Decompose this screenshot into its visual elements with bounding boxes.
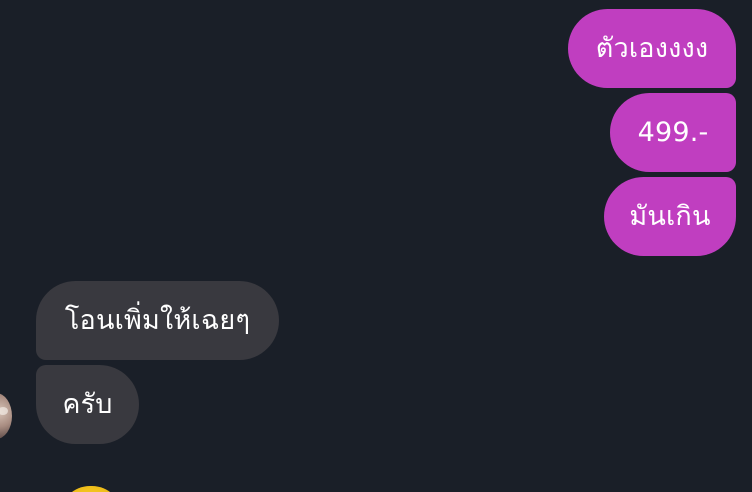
emoji-face-icon (60, 486, 122, 492)
message-bubble-incoming[interactable]: ครับ (36, 365, 139, 444)
message-text: โอนเพิ่มให้เฉยๆ (64, 305, 251, 336)
message-text: มันเกิน (629, 201, 711, 232)
message-bubble-incoming[interactable]: โอนเพิ่มให้เฉยๆ (36, 281, 279, 360)
message-bubble-outgoing[interactable]: 499.- (610, 93, 736, 172)
message-text: 499.- (637, 117, 709, 148)
message-text: ตัวเองงงง (595, 33, 709, 64)
chat-thread: ตัวเองงงง 499.- มันเกิน โอนเพิ่มให้เฉยๆ … (0, 0, 752, 492)
message-text: ครับ (62, 389, 113, 420)
message-bubble-outgoing[interactable]: มันเกิน (604, 177, 736, 256)
message-bubble-outgoing[interactable]: ตัวเองงงง (568, 9, 736, 88)
sender-avatar[interactable] (0, 393, 12, 439)
